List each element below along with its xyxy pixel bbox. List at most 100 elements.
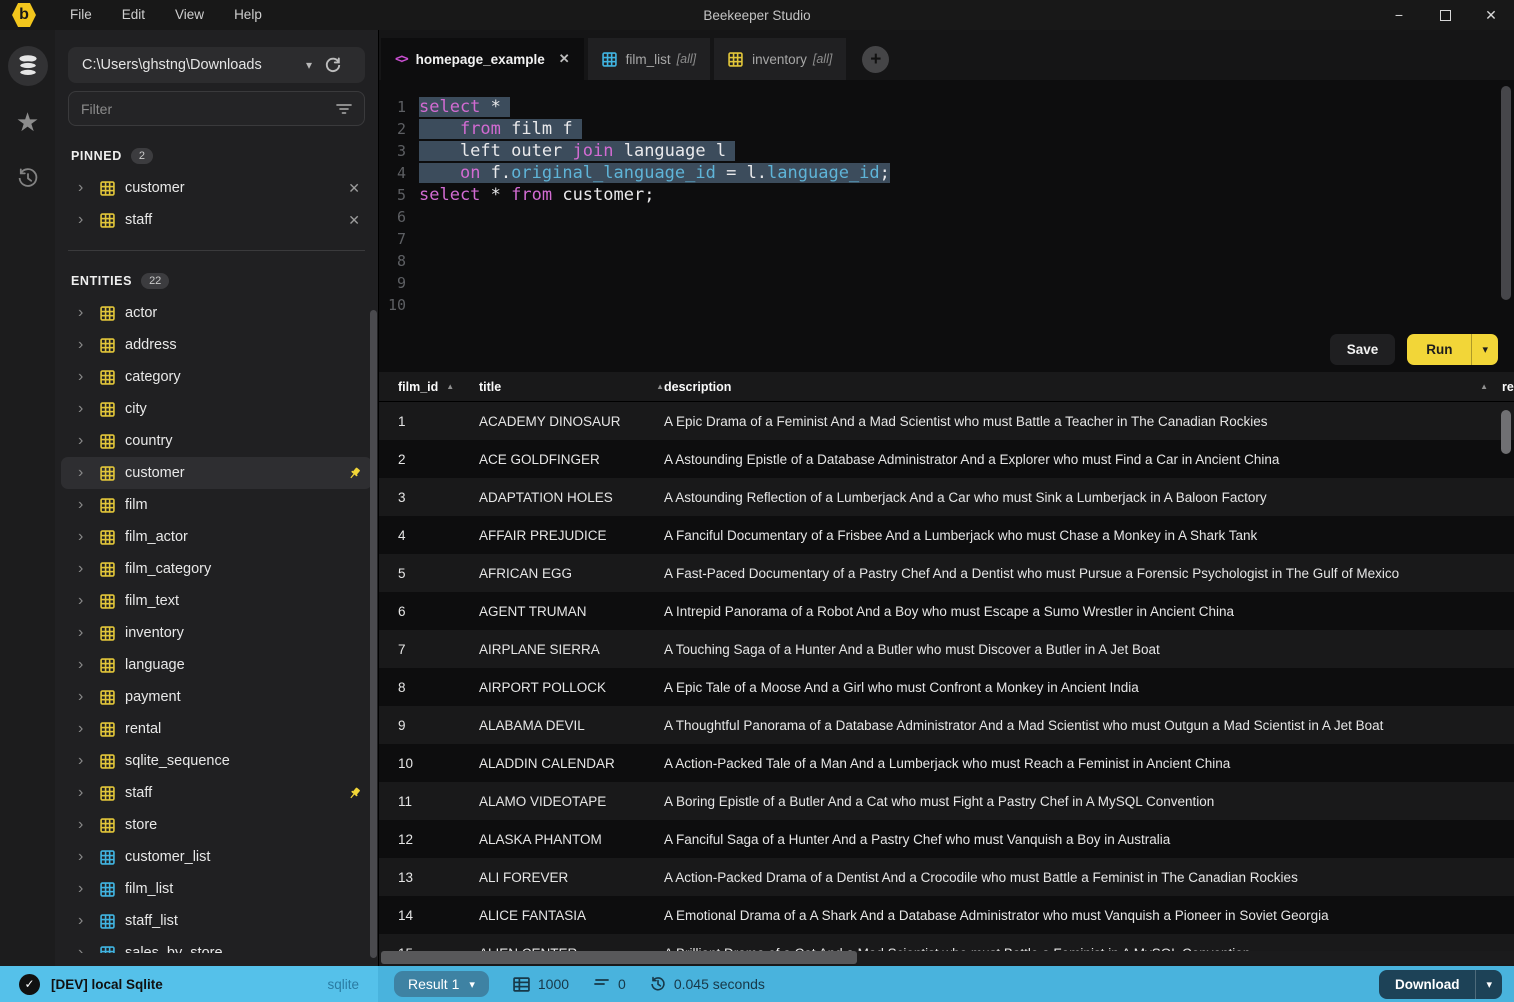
chevron-right-icon[interactable]: › <box>78 464 94 482</box>
table-row[interactable]: 7 AIRPLANE SIERRA A Touching Saga of a Hun… <box>379 630 1514 668</box>
new-tab-button[interactable]: + <box>862 46 890 73</box>
chevron-right-icon[interactable]: › <box>78 496 94 514</box>
cell-description[interactable]: A Thoughtful Panorama of a Database Admi… <box>664 718 1502 733</box>
tab-inventory[interactable]: inventory [all] <box>714 38 847 80</box>
pinned-item-staff[interactable]: › staff ✕ <box>55 204 378 236</box>
pinned-section-header[interactable]: PINNED 2 <box>55 148 378 164</box>
cell-description[interactable]: A Astounding Epistle of a Database Admin… <box>664 452 1502 467</box>
table-row[interactable]: 2 ACE GOLDFINGER A Astounding Epistle of a… <box>379 440 1514 478</box>
cell-film-id[interactable]: 2 <box>379 452 479 467</box>
table-row[interactable]: 13 ALI FOREVER A Action-Packed Drama of a … <box>379 858 1514 896</box>
results-vertical-scrollbar[interactable] <box>1501 410 1511 454</box>
chevron-right-icon[interactable]: › <box>78 179 94 197</box>
unpin-close-icon[interactable]: ✕ <box>342 212 366 229</box>
cell-film-id[interactable]: 6 <box>379 604 479 619</box>
cell-description[interactable]: A Fanciful Saga of a Hunter And a Pastry… <box>664 832 1502 847</box>
minimize-button[interactable]: − <box>1376 0 1422 30</box>
chevron-right-icon[interactable]: › <box>78 720 94 738</box>
cell-description[interactable]: A Fast-Paced Documentary of a Pastry Che… <box>664 566 1502 581</box>
chevron-right-icon[interactable]: › <box>78 752 94 770</box>
database-nav-button[interactable] <box>7 46 48 86</box>
cell-film-id[interactable]: 10 <box>379 756 479 771</box>
entity-item-actor[interactable]: › actor <box>55 297 378 329</box>
cell-film-id[interactable]: 5 <box>379 566 479 581</box>
entity-item-city[interactable]: › city <box>55 393 378 425</box>
cell-title[interactable]: ALASKA PHANTOM <box>479 832 664 847</box>
column-header-description[interactable]: description ▲ <box>664 380 1502 394</box>
results-horizontal-scrollbar[interactable] <box>381 951 857 964</box>
entity-item-customer_list[interactable]: › customer_list <box>55 841 378 873</box>
entity-item-store[interactable]: › store <box>55 809 378 841</box>
entity-item-country[interactable]: › country <box>55 425 378 457</box>
chevron-right-icon[interactable]: › <box>78 304 94 322</box>
cell-film-id[interactable]: 3 <box>379 490 479 505</box>
cell-film-id[interactable]: 13 <box>379 870 479 885</box>
cell-title[interactable]: ACADEMY DINOSAUR <box>479 414 664 429</box>
entity-item-film[interactable]: › film <box>55 489 378 521</box>
chevron-right-icon[interactable]: › <box>78 688 94 706</box>
entity-item-film_actor[interactable]: › film_actor <box>55 521 378 553</box>
cell-description[interactable]: A Intrepid Panorama of a Robot And a Boy… <box>664 604 1502 619</box>
cell-description[interactable]: A Action-Packed Tale of a Man And a Lumb… <box>664 756 1502 771</box>
cell-title[interactable]: ALAMO VIDEOTAPE <box>479 794 664 809</box>
cell-title[interactable]: AGENT TRUMAN <box>479 604 664 619</box>
entities-section-header[interactable]: ENTITIES 22 <box>55 273 378 289</box>
cell-film-id[interactable]: 11 <box>379 794 479 809</box>
sidebar-scrollbar[interactable] <box>370 310 377 958</box>
entity-item-film_text[interactable]: › film_text <box>55 585 378 617</box>
maximize-button[interactable] <box>1422 0 1468 30</box>
chevron-right-icon[interactable]: › <box>78 560 94 578</box>
pinned-indicator[interactable] <box>347 466 362 481</box>
chevron-right-icon[interactable]: › <box>78 912 94 930</box>
tab-film_list[interactable]: film_list [all] <box>587 38 711 80</box>
entity-item-address[interactable]: › address <box>55 329 378 361</box>
history-nav-button[interactable] <box>8 158 48 198</box>
refresh-icon[interactable] <box>324 56 342 74</box>
entity-item-film_list[interactable]: › film_list <box>55 873 378 905</box>
cell-title[interactable]: ALADDIN CALENDAR <box>479 756 664 771</box>
chevron-right-icon[interactable]: › <box>78 880 94 898</box>
sql-editor[interactable]: 1 select * 2 from film f3 left outer join … <box>379 80 1514 326</box>
cell-title[interactable]: ALI FOREVER <box>479 870 664 885</box>
column-header-title[interactable]: title ▲ <box>479 380 664 394</box>
filter-input[interactable] <box>81 100 336 117</box>
table-row[interactable]: 6 AGENT TRUMAN A Intrepid Panorama of a Ro… <box>379 592 1514 630</box>
cell-title[interactable]: AFFAIR PREJUDICE <box>479 528 664 543</box>
entity-item-sales_by_store[interactable]: › sales_by_store <box>55 937 378 953</box>
entity-item-inventory[interactable]: › inventory <box>55 617 378 649</box>
entity-item-staff_list[interactable]: › staff_list <box>55 905 378 937</box>
cell-description[interactable]: A Boring Epistle of a Butler And a Cat w… <box>664 794 1502 809</box>
tab-close-icon[interactable]: ✕ <box>559 51 570 67</box>
chevron-right-icon[interactable]: › <box>78 592 94 610</box>
entity-item-staff[interactable]: › staff <box>55 777 378 809</box>
save-button[interactable]: Save <box>1329 333 1396 365</box>
table-row[interactable]: 11 ALAMO VIDEOTAPE A Boring Epistle of a B… <box>379 782 1514 820</box>
cell-title[interactable]: AFRICAN EGG <box>479 566 664 581</box>
editor-scrollbar[interactable] <box>1501 86 1511 300</box>
favorites-nav-button[interactable]: ★ <box>8 102 48 142</box>
table-row[interactable]: 3 ADAPTATION HOLES A Astounding Reflection… <box>379 478 1514 516</box>
cell-title[interactable]: ADAPTATION HOLES <box>479 490 664 505</box>
pinned-indicator[interactable] <box>347 786 362 801</box>
cell-film-id[interactable]: 1 <box>379 414 479 429</box>
chevron-right-icon[interactable]: › <box>78 848 94 866</box>
cell-description[interactable]: A Epic Tale of a Moose And a Girl who mu… <box>664 680 1502 695</box>
table-row[interactable]: 1 ACADEMY DINOSAUR A Epic Drama of a Femin… <box>379 402 1514 440</box>
result-selector-button[interactable]: Result 1 ▾ <box>394 971 489 997</box>
entity-item-sqlite_sequence[interactable]: › sqlite_sequence <box>55 745 378 777</box>
cell-film-id[interactable]: 8 <box>379 680 479 695</box>
run-options-button[interactable]: ▾ <box>1472 334 1498 365</box>
chevron-right-icon[interactable]: › <box>78 400 94 418</box>
chevron-right-icon[interactable]: › <box>78 784 94 802</box>
pinned-item-customer[interactable]: › customer ✕ <box>55 172 378 204</box>
chevron-right-icon[interactable]: › <box>78 944 94 953</box>
menu-edit[interactable]: Edit <box>107 0 160 30</box>
entity-item-customer[interactable]: › customer <box>61 457 372 489</box>
entity-item-payment[interactable]: › payment <box>55 681 378 713</box>
chevron-right-icon[interactable]: › <box>78 656 94 674</box>
menu-help[interactable]: Help <box>219 0 277 30</box>
run-button[interactable]: Run <box>1407 333 1473 365</box>
cell-description[interactable]: A Fanciful Documentary of a Frisbee And … <box>664 528 1502 543</box>
download-options-button[interactable]: ▾ <box>1476 970 1502 999</box>
entity-item-film_category[interactable]: › film_category <box>55 553 378 585</box>
